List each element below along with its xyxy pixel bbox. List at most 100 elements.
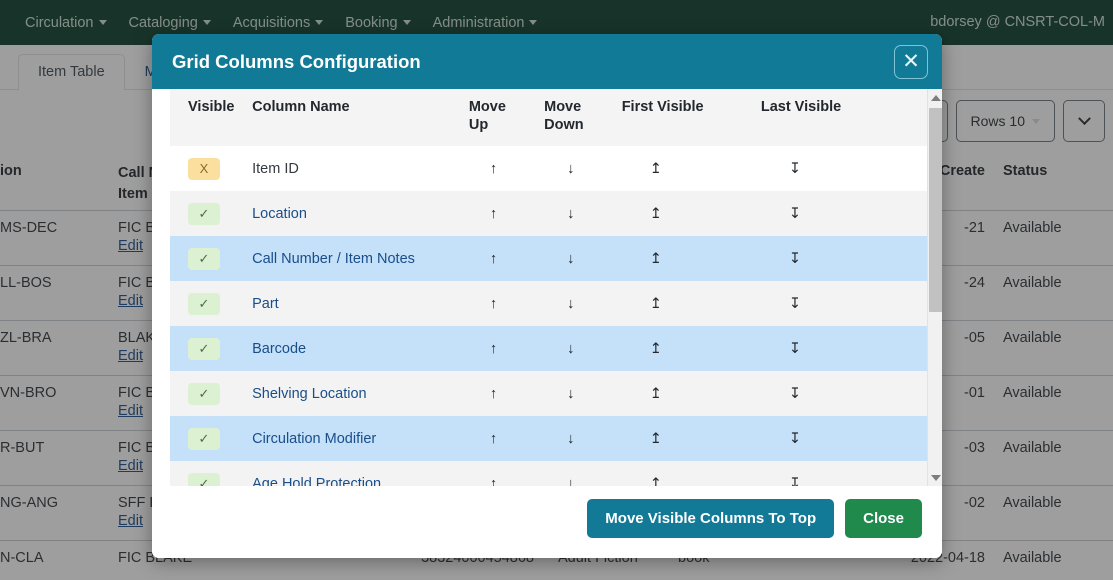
cell-column-name[interactable]: Item ID xyxy=(248,146,465,191)
move-down-icon[interactable]: ↓ xyxy=(540,236,618,281)
col-header-move-up: Move Up xyxy=(464,89,541,147)
tab-item-table[interactable]: Item Table xyxy=(18,54,125,90)
cell-location: LL-BOS xyxy=(0,275,52,291)
cell-column-name[interactable]: Barcode xyxy=(248,326,465,371)
move-down-icon[interactable]: ↓ xyxy=(540,191,618,236)
dialog-vertical-scrollbar[interactable] xyxy=(927,89,942,486)
last-visible-icon[interactable]: ↧ xyxy=(757,416,928,461)
move-up-icon[interactable]: ↑ xyxy=(465,191,540,236)
visibility-on-badge[interactable]: ✓ xyxy=(188,247,220,270)
column-name-label: Part xyxy=(252,295,279,312)
column-name-label: Barcode xyxy=(252,340,307,357)
dialog-title: Grid Columns Configuration xyxy=(172,50,421,72)
table-row[interactable]: ✓ Circulation Modifier ↑ ↓ ↥ ↧ xyxy=(170,416,928,462)
rows-per-page-label: Rows 10 xyxy=(970,113,1025,129)
rows-per-page-select[interactable]: Rows 10 xyxy=(955,100,1055,142)
first-visible-icon[interactable]: ↥ xyxy=(618,236,757,281)
current-user-label[interactable]: bdorsey @ CNSRT-COL-M xyxy=(930,14,1105,30)
cell-visible-toggle[interactable]: ✓ xyxy=(170,236,248,281)
cell-location: R-BUT xyxy=(0,440,45,456)
col-header-status[interactable]: Status xyxy=(1003,163,1113,179)
move-down-icon[interactable]: ↓ xyxy=(540,146,618,191)
move-down-icon[interactable]: ↓ xyxy=(540,281,618,326)
cell-location: N-CLA xyxy=(0,550,44,566)
last-visible-icon[interactable]: ↧ xyxy=(757,191,928,236)
last-visible-icon[interactable]: ↧ xyxy=(757,281,928,326)
first-visible-icon[interactable]: ↥ xyxy=(618,281,757,326)
cell-column-name[interactable]: Call Number / Item Notes xyxy=(248,236,465,281)
first-visible-icon[interactable]: ↥ xyxy=(618,461,757,486)
chevron-down-icon xyxy=(315,20,324,25)
cell-column-name[interactable]: Part xyxy=(248,281,465,326)
last-visible-icon[interactable]: ↧ xyxy=(757,461,928,486)
cell-visible-toggle[interactable]: ✓ xyxy=(170,371,248,416)
visibility-on-badge[interactable]: ✓ xyxy=(188,382,220,405)
cell-visible-toggle[interactable]: ✓ xyxy=(170,191,248,236)
grid-options-button[interactable] xyxy=(1063,100,1105,142)
first-visible-icon[interactable]: ↥ xyxy=(618,326,757,371)
last-visible-icon[interactable]: ↧ xyxy=(757,146,928,191)
visibility-on-badge[interactable]: ✓ xyxy=(188,472,220,486)
visibility-off-badge[interactable]: X xyxy=(188,157,220,180)
move-up-icon[interactable]: ↑ xyxy=(465,236,540,281)
cell-visible-toggle[interactable]: ✓ xyxy=(170,281,248,326)
last-visible-icon[interactable]: ↧ xyxy=(757,236,928,281)
move-down-icon[interactable]: ↓ xyxy=(540,371,618,416)
last-visible-icon[interactable]: ↧ xyxy=(757,326,928,371)
move-up-icon[interactable]: ↑ xyxy=(465,326,540,371)
table-row[interactable]: X Item ID ↑ ↓ ↥ ↧ xyxy=(170,146,928,192)
nav-item-circulation[interactable]: Circulation xyxy=(14,11,118,35)
visibility-on-badge[interactable]: ✓ xyxy=(188,292,220,315)
cell-column-name[interactable]: Age Hold Protection xyxy=(248,461,465,486)
triangle-down-icon xyxy=(930,474,941,481)
move-up-icon[interactable]: ↑ xyxy=(465,146,540,191)
table-row[interactable]: ✓ Call Number / Item Notes ↑ ↓ ↥ ↧ xyxy=(170,236,928,282)
table-row[interactable]: ✓ Barcode ↑ ↓ ↥ ↧ xyxy=(170,326,928,372)
move-up-icon[interactable]: ↑ xyxy=(465,281,540,326)
nav-item-cataloging[interactable]: Cataloging xyxy=(118,11,222,35)
columns-scroll-area: Visible Column Name Move Up Move Down Fi… xyxy=(170,89,928,486)
col-header-location[interactable]: ion xyxy=(0,163,118,179)
last-visible-icon[interactable]: ↧ xyxy=(757,371,928,416)
cell-visible-toggle[interactable]: X xyxy=(170,146,248,191)
table-row[interactable]: ✓ Location ↑ ↓ ↥ ↧ xyxy=(170,191,928,237)
move-up-icon[interactable]: ↑ xyxy=(465,461,540,486)
move-down-icon[interactable]: ↓ xyxy=(540,326,618,371)
col-header-column-name: Column Name xyxy=(248,89,465,147)
move-up-icon[interactable]: ↑ xyxy=(465,371,540,416)
close-icon[interactable]: ✕ xyxy=(894,44,928,79)
first-visible-icon[interactable]: ↥ xyxy=(618,416,757,461)
close-button[interactable]: Close xyxy=(845,498,922,538)
columns-config-header-row: Visible Column Name Move Up Move Down Fi… xyxy=(170,89,928,147)
cell-column-name[interactable]: Location xyxy=(248,191,465,236)
visibility-on-badge[interactable]: ✓ xyxy=(188,427,220,450)
move-up-icon[interactable]: ↑ xyxy=(465,416,540,461)
scrollbar-thumb[interactable] xyxy=(929,108,942,312)
cell-column-name[interactable]: Shelving Location xyxy=(248,371,465,416)
table-row[interactable]: ✓ Age Hold Protection ↑ ↓ ↥ ↧ xyxy=(170,461,928,486)
scroll-up-arrow-icon[interactable] xyxy=(928,89,942,106)
nav-item-label: Administration xyxy=(432,14,525,31)
chevron-down-icon xyxy=(202,20,211,25)
table-row[interactable]: ✓ Shelving Location ↑ ↓ ↥ ↧ xyxy=(170,371,928,417)
move-down-icon[interactable]: ↓ xyxy=(540,461,618,486)
nav-item-acquisitions[interactable]: Acquisitions xyxy=(222,11,334,35)
column-name-label: Age Hold Protection xyxy=(252,475,382,486)
move-visible-columns-to-top-button[interactable]: Move Visible Columns To Top xyxy=(587,498,835,538)
first-visible-icon[interactable]: ↥ xyxy=(618,191,757,236)
visibility-on-badge[interactable]: ✓ xyxy=(188,202,220,225)
cell-location: NG-ANG xyxy=(0,495,58,511)
first-visible-icon[interactable]: ↥ xyxy=(618,371,757,416)
visibility-on-badge[interactable]: ✓ xyxy=(188,337,220,360)
nav-item-booking[interactable]: Booking xyxy=(334,11,421,35)
cell-visible-toggle[interactable]: ✓ xyxy=(170,461,248,486)
cell-visible-toggle[interactable]: ✓ xyxy=(170,416,248,461)
nav-item-administration[interactable]: Administration xyxy=(422,11,549,35)
col-header-visible: Visible xyxy=(170,89,249,147)
table-row[interactable]: ✓ Part ↑ ↓ ↥ ↧ xyxy=(170,281,928,327)
cell-visible-toggle[interactable]: ✓ xyxy=(170,326,248,371)
move-down-icon[interactable]: ↓ xyxy=(540,416,618,461)
first-visible-icon[interactable]: ↥ xyxy=(618,146,757,191)
cell-column-name[interactable]: Circulation Modifier xyxy=(248,416,465,461)
scroll-down-arrow-icon[interactable] xyxy=(928,469,942,486)
